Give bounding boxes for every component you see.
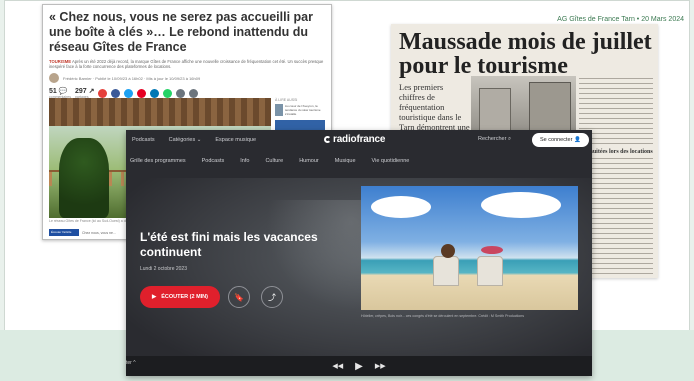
listen-label: ÉCOUTER (2 MIN) xyxy=(161,294,208,300)
share-button[interactable]: ⤴ xyxy=(261,286,283,308)
twitter-icon[interactable] xyxy=(124,88,134,98)
radiofrance-screenshot: Podcasts Catégories ⌄ Espace musique rad… xyxy=(126,130,592,376)
subnav-music[interactable]: Musique xyxy=(335,158,356,172)
nav-podcasts[interactable]: Podcasts xyxy=(132,137,155,143)
rf-subnav: Grille des programmes Podcasts Info Cult… xyxy=(126,158,592,172)
cloud xyxy=(481,192,561,218)
deck-chair-right xyxy=(477,256,503,286)
palm-tree xyxy=(59,138,109,218)
radiofrance-logo-icon xyxy=(324,136,331,143)
pinterest-icon[interactable] xyxy=(137,88,147,98)
related-header: À LIRE AUSSI xyxy=(275,98,298,102)
share-icon: ⤴ xyxy=(268,292,276,302)
subnav-humour[interactable]: Humour xyxy=(299,158,319,172)
subnav-culture[interactable]: Culture xyxy=(265,158,283,172)
subnav-info[interactable]: Info xyxy=(240,158,249,172)
login-button[interactable]: Se connecter 👤 xyxy=(532,133,589,147)
search-icon: ⌕ xyxy=(507,136,512,142)
linkedin-icon[interactable] xyxy=(150,88,160,98)
subnav-schedule[interactable]: Grille des programmes xyxy=(130,158,186,172)
subnav-podcasts[interactable]: Podcasts xyxy=(202,158,225,172)
radiofrance-logo[interactable]: radiofrance xyxy=(324,134,385,145)
person-right-hat xyxy=(481,246,503,254)
newspaper-headline: Maussade mois de juillet pour le tourism… xyxy=(399,29,652,79)
episode-date: Lundi 2 octobre 2023 xyxy=(140,266,187,272)
nav-music-space[interactable]: Espace musique xyxy=(215,137,256,143)
listen-button[interactable]: ▶ ÉCOUTER (2 MIN) xyxy=(140,286,220,308)
article-lede: TOURISME Après un été 2022 déjà record, … xyxy=(49,59,325,69)
search-label: Rechercher xyxy=(478,136,507,142)
share-count-value: 297 xyxy=(74,88,87,95)
user-icon: 👤 xyxy=(573,137,581,143)
whatsapp-icon[interactable] xyxy=(163,88,173,98)
byline-text: Frédéric Barnier · Publié le 10/09/23 à … xyxy=(63,75,201,81)
person-left xyxy=(441,244,455,258)
play-icon: ▶ xyxy=(152,294,157,300)
forward-icon[interactable]: ▶▶ xyxy=(375,362,386,370)
article-footer: Écouter l'article Chez nous, vous ne... xyxy=(49,229,116,236)
bookmark-icon: 🔖 xyxy=(234,292,244,302)
subnav-daily-life[interactable]: Vie quotidienne xyxy=(372,158,410,172)
rf-nav: Podcasts Catégories ⌄ Espace musique xyxy=(132,137,256,143)
listen-article-button[interactable]: Écouter l'article xyxy=(49,229,79,236)
print-icon[interactable] xyxy=(176,88,186,98)
cloud xyxy=(371,196,431,218)
related-card[interactable]: Au cœur de l'Aveyron, la tendance du slo… xyxy=(275,104,325,116)
article-headline[interactable]: « Chez nous, vous ne serez pas accueilli… xyxy=(49,10,325,55)
nav-categories[interactable]: Catégories ⌄ xyxy=(169,137,202,143)
author-avatar xyxy=(49,73,59,83)
episode-title: L'été est fini mais les vacances continu… xyxy=(140,230,318,259)
radiofrance-logo-text: radiofrance xyxy=(333,134,386,145)
footer-text: Chez nous, vous ne... xyxy=(82,230,116,235)
rewind-icon[interactable]: ◀◀ xyxy=(332,362,343,370)
pergola-roof xyxy=(49,98,271,126)
login-label: Se connecter xyxy=(540,137,573,143)
search-button[interactable]: Rechercher ⌕ xyxy=(478,136,511,143)
source-strip: AG Gîtes de France Tarn • 20 Mars 2024 xyxy=(557,16,684,23)
player-play-icon[interactable]: ▶ xyxy=(355,361,363,372)
episode-image xyxy=(361,186,578,310)
related-title: Au cœur de l'Aveyron, la tendance du slo… xyxy=(284,104,321,116)
audio-player: ter ^ ◀◀ ▶ ▶▶ xyxy=(126,356,592,376)
facebook-icon[interactable] xyxy=(111,88,121,98)
comment-count-value: 51 xyxy=(49,88,57,95)
email-icon[interactable] xyxy=(189,88,199,98)
player-left-label: ter ^ xyxy=(126,360,136,366)
article-lede-text: Après un été 2022 déjà record, la marque… xyxy=(49,59,324,69)
bookmark-button[interactable]: 🔖 xyxy=(228,286,250,308)
rf-header: Podcasts Catégories ⌄ Espace musique rad… xyxy=(126,130,592,150)
deck-chair-left xyxy=(433,256,459,286)
share-icon[interactable] xyxy=(98,88,108,98)
related-thumb xyxy=(275,104,283,116)
article-byline: Frédéric Barnier · Publié le 10/09/23 à … xyxy=(49,73,325,83)
image-caption: Hôtelier, crêpes, Bois noir... ces congé… xyxy=(361,314,525,318)
